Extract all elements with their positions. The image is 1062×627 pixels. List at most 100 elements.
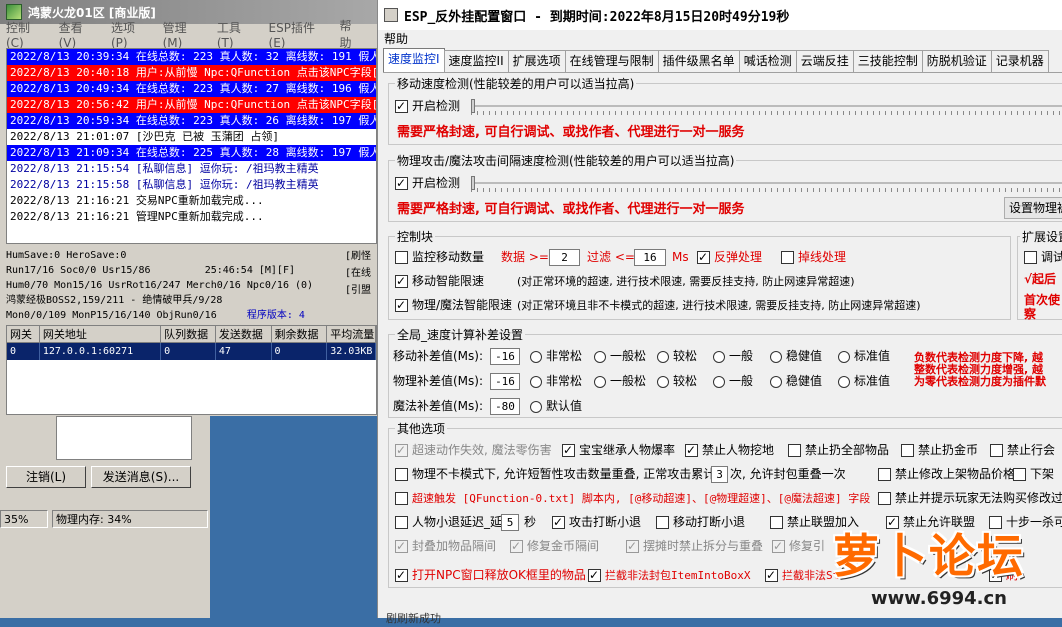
tab-skill-control[interactable]: 三技能控制 [852,50,923,72]
attack-enable-checkbox[interactable]: 开启检测 [395,175,460,191]
message-box[interactable] [56,416,192,460]
forbid-dig-checkbox[interactable]: 禁止人物挖地 [685,442,774,458]
filter-threshold-input[interactable]: 16 [634,249,666,266]
magic-opt-default[interactable]: 默认值 [530,398,582,414]
menu-view[interactable]: 查看(V) [59,19,94,50]
cell: 32.03KB [327,343,376,360]
magic-comp-input[interactable]: -80 [490,398,520,415]
stall-split-checkbox[interactable]: 摆摊时禁止拆分与重叠 [626,538,763,554]
fix-ref-checkbox[interactable]: 修复引 [772,538,825,554]
pet-drop-rate-checkbox[interactable]: 宝宝继承人物爆率 [562,442,675,458]
phys-opt-very-loose[interactable]: 非常松 [530,373,582,389]
side-label[interactable]: [引盟 [345,282,377,299]
phys-opt-fairly-loose[interactable]: 一般松 [594,373,646,389]
esp-menu-help[interactable]: 帮助 [378,30,1062,48]
intercept-itemintobox-checkbox[interactable]: 拦截非法封包ItemIntoBoxX [588,567,750,584]
send-message-button[interactable]: 发送消息(S)... [91,466,191,488]
tab-plugin-blacklist[interactable]: 插件级黑名单 [657,50,740,72]
npc-release-ok-checkbox[interactable]: 打开NPC窗口释放OK框里的物品 [395,567,586,583]
forbid-buy-modified-checkbox[interactable]: 禁止并提示玩家无法购买修改过 [878,490,1062,506]
forbid-unlist-checkbox[interactable]: 下架 [1013,466,1054,482]
compensation-title: 全局_速度计算补差设置 [395,326,526,343]
menu-esp-plugin[interactable]: ESP插件(E) [269,19,323,50]
log-line: 2022/8/13 20:56:42 用户:从前慢 Npc:QFunction … [7,97,376,113]
overspeed-invalid-checkbox[interactable]: 超速动作失效, 魔法零伤害 [395,442,552,458]
col-gateway-address[interactable]: 网关地址 [39,326,162,343]
drop-checkbox[interactable]: 掉线处理 [781,249,846,265]
menu-help[interactable]: 帮助 [340,17,360,51]
side-label[interactable]: [刷怪 [345,248,377,265]
menu-tools[interactable]: 工具(T) [217,19,252,50]
tab-speed-monitor-2[interactable]: 速度监控II [443,50,509,72]
extension-group: 扩展设置 调试 √起后 首次使察 [1017,228,1062,321]
overlap-count-input[interactable]: 3 [711,466,728,483]
attack-break-logout-checkbox[interactable]: 攻击打断小退 [552,514,641,530]
move-speed-slider[interactable] [471,99,1062,115]
debug-checkbox[interactable]: 调试 [1024,249,1062,265]
forbid-drop-gold-checkbox[interactable]: 禁止扔金币 [901,442,978,458]
smart-move-limit-checkbox[interactable]: 移动智能限速 [395,273,484,289]
col-avg-traffic[interactable]: 平均流量 [327,326,376,343]
seal-stack-checkbox[interactable]: 封叠加物品隔间 [395,538,496,554]
tab-online-management[interactable]: 在线管理与限制 [564,50,659,72]
menu-options[interactable]: 选项(P) [111,19,146,50]
bounce-checkbox[interactable]: 反弹处理 [697,249,762,265]
fix-gold-checkbox[interactable]: 修复金币隔间 [510,538,599,554]
move-opt-very-loose[interactable]: 非常松 [530,348,582,364]
cell: 127.0.0.1:60271 [40,343,162,360]
overspeed-trigger-checkbox[interactable]: 超速触发 [QFunction-0.txt] 脚本内, [@移动超速]、[@物理… [395,490,870,507]
smart-phys-desc: (对正常环境且非不卡模式的超速, 进行技术限速, 需要反挂支持, 防止网速异常超… [517,299,921,312]
cell: 47 [216,343,272,360]
phys-comp-input[interactable]: -16 [490,373,520,390]
gateway-table[interactable]: 网关 网关地址 队列数据 发送数据 剩余数据 平均流量 0 127.0.0.1:… [6,325,377,415]
set-physics-button[interactable]: 设置物理被 [1004,197,1062,219]
phys-opt-stable[interactable]: 稳健值 [770,373,822,389]
tab-offline-verify[interactable]: 防脱机验证 [921,50,992,72]
move-opt-fairly-loose[interactable]: 一般松 [594,348,646,364]
col-remaining[interactable]: 剩余数据 [271,326,328,343]
stats-line-save: HumSave:0 HeroSave:0 [6,250,127,261]
move-opt-normal[interactable]: 一般 [713,348,753,364]
col-sent[interactable]: 发送数据 [215,326,272,343]
no-lag-overlap-checkbox[interactable]: 物理不卡模式下, 允许短暂性攻击数量重叠, 正常攻击累计 [395,466,715,482]
table-row[interactable]: 0 127.0.0.1:60271 0 47 0 32.03KB [7,343,376,360]
menu-manage[interactable]: 管理(M) [163,19,200,50]
menu-control[interactable]: 控制(C) [6,19,42,50]
move-opt-looser[interactable]: 较松 [657,348,697,364]
move-opt-standard[interactable]: 标准值 [838,348,890,364]
server-log[interactable]: 2022/8/13 20:39:34 在线总数: 223 真人数: 32 离线数… [6,48,377,244]
tab-shout-detection[interactable]: 喊话检测 [738,50,797,72]
logout-delay-input[interactable]: 5 [501,514,519,531]
logout-delay-checkbox[interactable]: 人物小退延迟_延 [395,514,502,530]
esp-title-bar[interactable]: ESP_反外挂配置窗口 - 到期时间:2022年8月15日20时49分19秒 [378,0,1062,30]
phys-opt-standard[interactable]: 标准值 [838,373,890,389]
move-enable-checkbox[interactable]: 开启检测 [395,98,460,114]
tab-bar: 速度监控I 速度监控II 扩展选项 在线管理与限制 插件级黑名单 喊话检测 云端… [383,48,1049,72]
tab-record-machine[interactable]: 记录机器 [990,50,1049,72]
tab-extended-options[interactable]: 扩展选项 [507,50,566,72]
stats-line-run: Run17/16 Soc0/0 Usr15/86 25:46:54 [M][F] [6,265,295,276]
first-use-label: 首次使察 [1024,293,1061,321]
comp-warning-3: 为零代表检测力度为插件默 [914,375,1046,388]
data-threshold-input[interactable]: 2 [549,249,580,266]
forbid-guild-checkbox[interactable]: 禁止行会 [990,442,1055,458]
compensation-group: 全局_速度计算补差设置 移动补差值(Ms): -16 非常松 一般松 较松 一般… [388,326,1062,418]
attack-speed-slider[interactable] [471,176,1062,192]
move-opt-stable[interactable]: 稳健值 [770,348,822,364]
tab-speed-monitor-1[interactable]: 速度监控I [383,48,445,72]
forbid-edit-price-checkbox[interactable]: 禁止修改上架物品价格 [878,466,1015,482]
move-break-logout-checkbox[interactable]: 移动打断小退 [656,514,745,530]
smart-move-desc: (对正常环境的超速, 进行技术限速, 需要反挂支持, 防止网速异常超速) [517,275,855,288]
forbid-drop-all-checkbox[interactable]: 禁止扔全部物品 [788,442,889,458]
move-comp-input[interactable]: -16 [490,348,520,365]
intercept-illegal-checkbox[interactable]: 拦截非法St [765,567,839,584]
smart-phys-limit-checkbox[interactable]: 物理/魔法智能限速 [395,297,512,313]
tab-cloud-anticheat[interactable]: 云端反挂 [795,50,854,72]
side-label[interactable]: [在线 [345,265,377,282]
phys-opt-looser[interactable]: 较松 [657,373,697,389]
col-queue[interactable]: 队列数据 [161,326,216,343]
phys-opt-normal[interactable]: 一般 [713,373,753,389]
col-gateway[interactable]: 网关 [7,326,40,343]
monitor-move-count-checkbox[interactable]: 监控移动数量 [395,249,484,265]
logout-button[interactable]: 注销(L) [6,466,86,488]
